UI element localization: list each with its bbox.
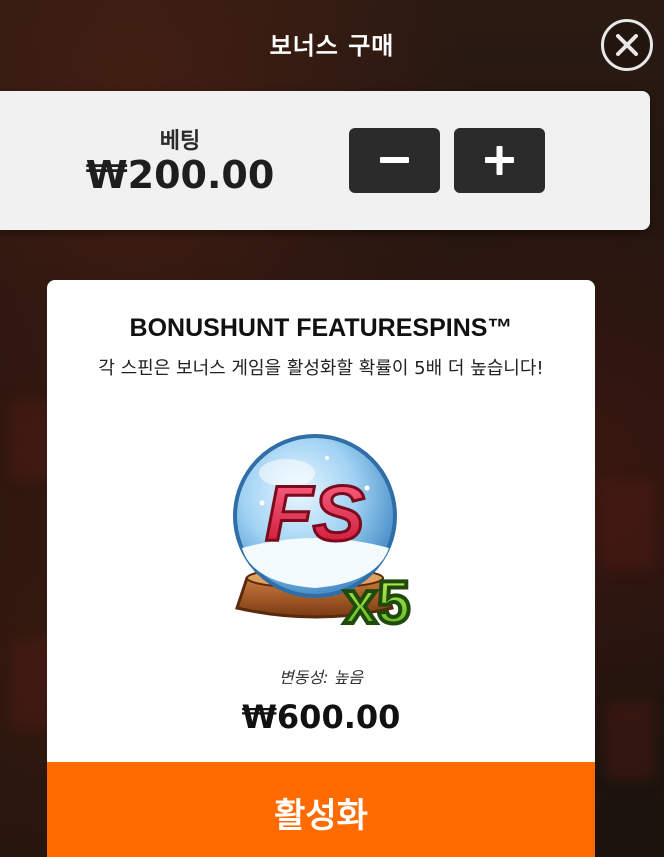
bonus-description: 각 스핀은 보너스 게임을 활성화할 확률이 5배 더 높습니다! xyxy=(98,358,544,379)
activate-button[interactable]: 활성화 xyxy=(47,762,595,857)
bet-amount: ₩200.00 xyxy=(85,153,275,197)
close-icon xyxy=(616,34,638,56)
multiplier-text: x5 xyxy=(344,569,411,636)
close-button[interactable] xyxy=(601,19,653,71)
snow-globe-fs-x5-illustration: FS x5 xyxy=(233,434,412,638)
globe-fs-text: FS xyxy=(265,469,365,557)
increase-bet-button[interactable] xyxy=(454,128,545,193)
bonus-title: BONUSHUNT FEATURESPINS™ xyxy=(129,314,513,342)
bonus-price: ₩600.00 xyxy=(241,698,401,736)
backdrop-decoration xyxy=(605,700,655,780)
bet-panel: 베팅 ₩200.00 xyxy=(0,91,650,230)
volatility-label: 변동성: 높음 xyxy=(278,668,364,687)
minus-icon xyxy=(380,157,409,163)
bet-label: 베팅 xyxy=(159,129,201,154)
decrease-bet-button[interactable] xyxy=(349,128,440,193)
plus-icon xyxy=(485,146,514,175)
bonus-option-card: BONUSHUNT FEATURESPINS™ 각 스핀은 보너스 게임을 활성… xyxy=(47,280,595,857)
activate-button-label: 활성화 xyxy=(274,796,368,836)
dialog-title: 보너스 구매 xyxy=(269,32,395,60)
backdrop-decoration xyxy=(600,480,655,570)
